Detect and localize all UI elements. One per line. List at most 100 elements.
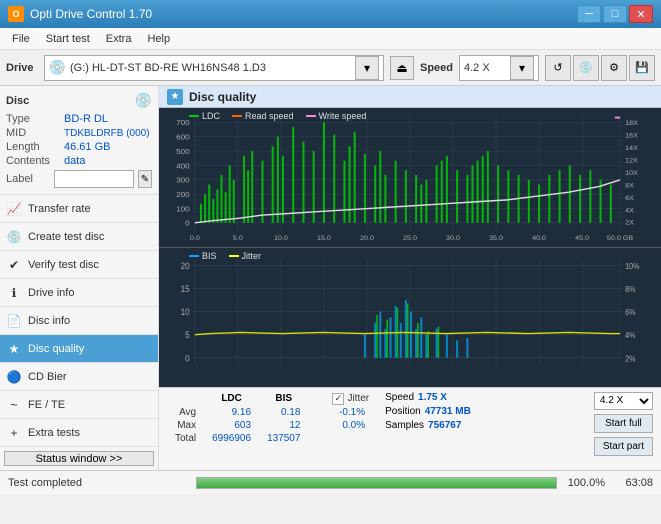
total-label: Total bbox=[167, 432, 204, 445]
close-button[interactable]: ✕ bbox=[629, 5, 653, 23]
svg-text:10: 10 bbox=[181, 306, 190, 317]
progress-time: 63:08 bbox=[613, 477, 653, 489]
start-part-button[interactable]: Start part bbox=[594, 437, 653, 456]
avg-label: Avg bbox=[167, 406, 204, 419]
sidebar-item-extra-tests[interactable]: + Extra tests bbox=[0, 419, 158, 447]
disc-quality-header: ★ Disc quality bbox=[159, 86, 661, 108]
transfer-rate-icon: 📈 bbox=[6, 201, 22, 217]
label-input[interactable] bbox=[54, 170, 134, 188]
write-label: Write speed bbox=[319, 111, 367, 121]
charts-container: LDC Read speed Write speed bbox=[159, 108, 661, 386]
sidebar-item-fe-te[interactable]: ~ FE / TE bbox=[0, 391, 158, 419]
svg-text:45.0: 45.0 bbox=[575, 235, 589, 242]
menu-extra[interactable]: Extra bbox=[98, 31, 140, 47]
progress-bar-container bbox=[196, 477, 557, 489]
svg-text:14X: 14X bbox=[625, 145, 638, 152]
top-legend: LDC Read speed Write speed bbox=[189, 111, 366, 121]
app-icon: O bbox=[8, 6, 24, 22]
bis-label: BIS bbox=[202, 251, 217, 261]
svg-text:6X: 6X bbox=[625, 195, 634, 202]
drive-selector[interactable]: 💿 (G:) HL-DT-ST BD-RE WH16NS48 1.D3 ▾ bbox=[44, 55, 384, 81]
menu-file[interactable]: File bbox=[4, 31, 38, 47]
svg-text:15.0: 15.0 bbox=[317, 235, 331, 242]
start-full-button[interactable]: Start full bbox=[594, 414, 653, 433]
svg-text:18X: 18X bbox=[625, 121, 638, 128]
window-controls: ─ □ ✕ bbox=[577, 5, 653, 23]
disc-quality-header-icon: ★ bbox=[167, 89, 183, 105]
sidebar-item-cd-bier[interactable]: 🔵 CD Bier bbox=[0, 363, 158, 391]
ldc-label: LDC bbox=[202, 111, 220, 121]
menu-start-test[interactable]: Start test bbox=[38, 31, 98, 47]
toolbar-icons: ↺ 💿 ⚙ 💾 bbox=[545, 55, 655, 81]
progress-bar bbox=[197, 478, 556, 488]
svg-text:10.0: 10.0 bbox=[274, 235, 288, 242]
jitter-checkbox[interactable]: ✓ bbox=[332, 393, 344, 405]
speed-label: Speed bbox=[420, 62, 453, 74]
extra-tests-icon: + bbox=[6, 425, 22, 441]
svg-text:0: 0 bbox=[185, 219, 190, 228]
sidebar-item-create-test-disc[interactable]: 💿 Create test disc bbox=[0, 223, 158, 251]
max-ldc: 603 bbox=[204, 419, 259, 432]
disc-icon-btn[interactable]: 💿 bbox=[573, 55, 599, 81]
save-icon[interactable]: 💾 bbox=[629, 55, 655, 81]
speed-selector[interactable]: 4.2 X ▾ bbox=[459, 55, 539, 81]
svg-text:0: 0 bbox=[185, 353, 190, 364]
label-edit-btn[interactable]: ✎ bbox=[138, 170, 152, 188]
maximize-button[interactable]: □ bbox=[603, 5, 627, 23]
svg-text:5: 5 bbox=[185, 330, 190, 341]
nav-label-fe-te: FE / TE bbox=[28, 399, 65, 411]
svg-text:8%: 8% bbox=[625, 284, 636, 294]
svg-text:20.0: 20.0 bbox=[360, 235, 374, 242]
disc-section-icon: 💿 bbox=[135, 92, 152, 109]
svg-text:8X: 8X bbox=[625, 183, 634, 190]
nav-label-disc-quality: Disc quality bbox=[28, 343, 84, 355]
svg-text:16X: 16X bbox=[625, 133, 638, 140]
svg-text:20: 20 bbox=[181, 260, 190, 271]
avg-ldc: 9.16 bbox=[204, 406, 259, 419]
svg-text:6%: 6% bbox=[625, 308, 636, 318]
minimize-button[interactable]: ─ bbox=[577, 5, 601, 23]
stats-panel: LDC BIS ✓ Jitter Avg 9.16 0.18 -0.1% bbox=[159, 387, 661, 470]
settings-icon[interactable]: ⚙ bbox=[601, 55, 627, 81]
total-bis: 137507 bbox=[259, 432, 308, 445]
position-value: 47731 MB bbox=[425, 406, 471, 417]
sidebar-item-disc-quality[interactable]: ★ Disc quality bbox=[0, 335, 158, 363]
jitter-label: Jitter bbox=[242, 251, 262, 261]
status-window-button[interactable]: Status window >> bbox=[4, 451, 154, 466]
contents-value: data bbox=[64, 155, 85, 167]
position-label: Position bbox=[385, 406, 421, 417]
svg-text:35.0: 35.0 bbox=[489, 235, 503, 242]
refresh-icon[interactable]: ↺ bbox=[545, 55, 571, 81]
svg-text:30.0: 30.0 bbox=[446, 235, 460, 242]
svg-text:50.0 GB: 50.0 GB bbox=[607, 235, 634, 242]
cd-bier-icon: 🔵 bbox=[6, 369, 22, 385]
contents-label: Contents bbox=[6, 155, 64, 167]
speed-select-small[interactable]: 4.2 X bbox=[594, 392, 653, 410]
nav-label-extra-tests: Extra tests bbox=[28, 427, 80, 439]
drive-dropdown-btn[interactable]: ▾ bbox=[355, 56, 379, 80]
disc-quality-title: Disc quality bbox=[189, 90, 256, 104]
sidebar-item-drive-info[interactable]: ℹ Drive info bbox=[0, 279, 158, 307]
sidebar-item-disc-info[interactable]: 📄 Disc info bbox=[0, 307, 158, 335]
sidebar-item-transfer-rate[interactable]: 📈 Transfer rate bbox=[0, 195, 158, 223]
svg-text:4%: 4% bbox=[625, 331, 636, 341]
action-section: 4.2 X Start full Start part bbox=[594, 392, 653, 456]
sidebar-item-verify-test-disc[interactable]: ✔ Verify test disc bbox=[0, 251, 158, 279]
fe-te-icon: ~ bbox=[6, 397, 22, 413]
svg-text:40.0: 40.0 bbox=[532, 235, 546, 242]
eject-button[interactable]: ⏏ bbox=[390, 56, 414, 80]
svg-text:10X: 10X bbox=[625, 170, 638, 177]
avg-bis: 0.18 bbox=[259, 406, 308, 419]
svg-text:600: 600 bbox=[176, 133, 190, 142]
jitter-legend: Jitter bbox=[229, 251, 262, 261]
disc-section-title: Disc bbox=[6, 95, 29, 107]
ldc-legend: LDC bbox=[189, 111, 220, 121]
svg-text:2X: 2X bbox=[625, 220, 634, 227]
nav-label-drive-info: Drive info bbox=[28, 287, 74, 299]
total-ldc: 6996906 bbox=[204, 432, 259, 445]
speed-dropdown-btn[interactable]: ▾ bbox=[510, 56, 534, 80]
samples-value: 756767 bbox=[428, 420, 461, 431]
bottom-legend: BIS Jitter bbox=[189, 251, 261, 261]
menu-help[interactable]: Help bbox=[139, 31, 178, 47]
speed-info-section: Speed 1.75 X Position 47731 MB Samples 7… bbox=[385, 392, 471, 431]
